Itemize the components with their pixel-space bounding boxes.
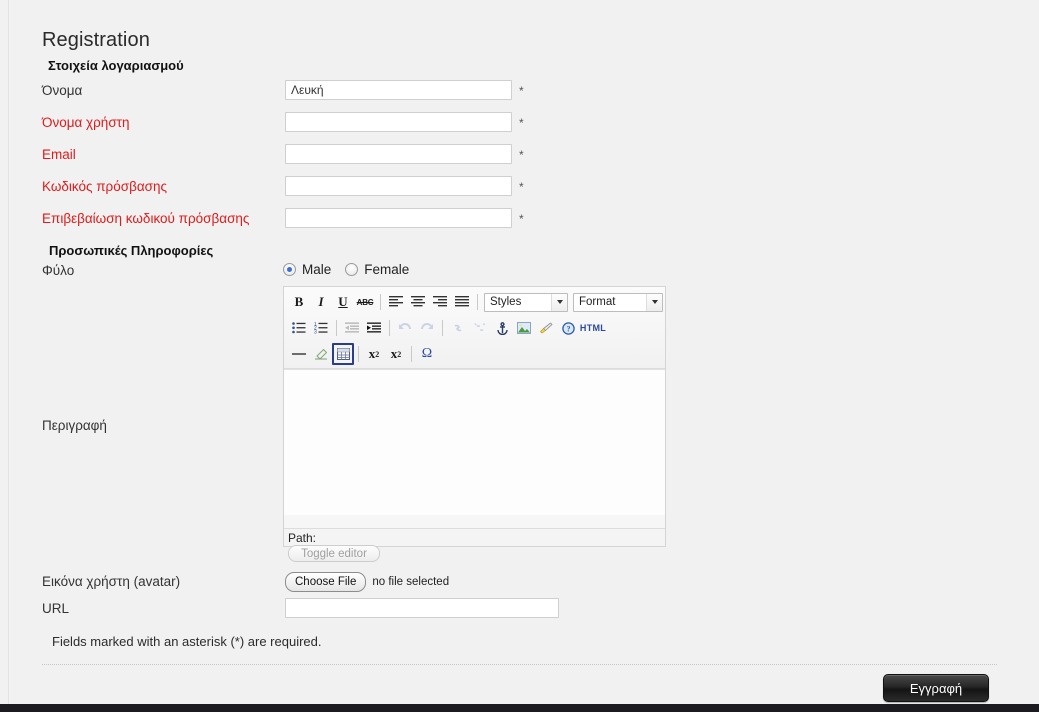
chevron-down-icon bbox=[551, 293, 567, 311]
special-character-icon[interactable]: Ω bbox=[416, 343, 438, 365]
password-input[interactable] bbox=[285, 176, 512, 196]
unlink-icon[interactable] bbox=[469, 317, 491, 339]
file-status-text: no file selected bbox=[372, 576, 450, 588]
label-description: Περιγραφή bbox=[42, 418, 107, 433]
redo-icon[interactable] bbox=[416, 317, 438, 339]
section-heading-account: Στοιχεία λογαριασμού bbox=[48, 58, 184, 73]
toolbar-separator bbox=[380, 294, 381, 310]
radio-male[interactable] bbox=[283, 263, 296, 276]
radio-label-male: Male bbox=[302, 262, 332, 277]
choose-file-button[interactable]: Choose File bbox=[285, 572, 367, 592]
toolbar-separator bbox=[411, 346, 412, 362]
toolbar-separator bbox=[389, 320, 390, 336]
content-left-border bbox=[8, 0, 9, 704]
svg-text:3: 3 bbox=[314, 330, 317, 334]
toolbar-separator bbox=[442, 320, 443, 336]
editor-toolbar-row-2: 123 ? HTML bbox=[284, 315, 665, 341]
image-icon[interactable] bbox=[513, 317, 535, 339]
italic-icon[interactable]: I bbox=[310, 291, 332, 313]
radio-label-female: Female bbox=[364, 262, 410, 277]
numbered-list-icon[interactable]: 123 bbox=[310, 317, 332, 339]
strikethrough-icon[interactable]: ABC bbox=[354, 291, 376, 313]
editor-toolbar-row-3: x2 x2 Ω bbox=[284, 341, 665, 367]
rich-text-editor: B I U ABC Styles Format 1 2 3 ? HTML x 2… bbox=[283, 286, 666, 547]
gender-radio-group: Male Female bbox=[283, 262, 417, 277]
submit-button[interactable]: Εγγραφή bbox=[883, 674, 989, 702]
editor-content-area[interactable] bbox=[284, 369, 665, 515]
page-title: Registration bbox=[42, 29, 150, 52]
label-url: URL bbox=[42, 601, 70, 616]
format-dropdown[interactable]: Format bbox=[573, 292, 663, 312]
radio-female[interactable] bbox=[345, 263, 359, 276]
align-right-icon[interactable] bbox=[429, 291, 451, 313]
label-gender: Φύλο bbox=[42, 263, 75, 278]
required-asterisk-password: * bbox=[519, 180, 524, 194]
horizontal-rule-icon[interactable] bbox=[288, 343, 310, 365]
superscript-icon[interactable]: x2 bbox=[385, 343, 407, 365]
label-password-confirm: Επιβεβαίωση κωδικού πρόσβασης bbox=[42, 211, 250, 226]
label-name: Όνομα bbox=[42, 83, 83, 98]
username-input[interactable] bbox=[285, 112, 512, 132]
undo-icon[interactable] bbox=[394, 317, 416, 339]
anchor-icon[interactable] bbox=[491, 317, 513, 339]
toggle-editor-button[interactable]: Toggle editor bbox=[288, 545, 380, 562]
table-icon[interactable] bbox=[332, 343, 354, 365]
label-password: Κωδικός πρόσβασης bbox=[42, 179, 167, 194]
registration-page: Registration Στοιχεία λογαριασμού Όνομα … bbox=[0, 0, 1039, 712]
toolbar-separator bbox=[477, 294, 478, 310]
outdent-icon[interactable] bbox=[341, 317, 363, 339]
avatar-file-input: Choose File no file selected bbox=[285, 572, 449, 592]
bold-icon[interactable]: B bbox=[288, 291, 310, 313]
password-confirm-input[interactable] bbox=[285, 208, 512, 228]
styles-dropdown-value: Styles bbox=[490, 296, 522, 308]
align-center-icon[interactable] bbox=[407, 291, 429, 313]
label-username: Όνομα χρήστη bbox=[42, 115, 130, 130]
required-asterisk-password-confirm: * bbox=[519, 212, 524, 226]
editor-toolbar: B I U ABC Styles Format 1 2 3 ? HTML x 2… bbox=[284, 287, 665, 369]
source-html-icon[interactable]: HTML bbox=[579, 317, 607, 339]
chevron-down-icon bbox=[646, 293, 662, 311]
section-heading-personal: Προσωπικές Πληροφορίες bbox=[49, 243, 214, 258]
editor-toolbar-row-1: B I U ABC Styles Format bbox=[284, 289, 665, 315]
editor-path-bar: Path: bbox=[284, 528, 665, 546]
required-asterisk-name: * bbox=[519, 84, 524, 98]
email-input[interactable] bbox=[285, 144, 512, 164]
paintbrush-icon[interactable] bbox=[535, 317, 557, 339]
remove-format-icon[interactable] bbox=[310, 343, 332, 365]
required-asterisk-email: * bbox=[519, 148, 524, 162]
help-icon[interactable]: ? bbox=[557, 317, 579, 339]
required-fields-note: Fields marked with an asterisk (*) are r… bbox=[52, 634, 322, 649]
bottom-bar bbox=[0, 704, 1039, 712]
styles-dropdown[interactable]: Styles bbox=[484, 292, 568, 312]
underline-icon[interactable]: U bbox=[332, 291, 354, 313]
link-icon[interactable] bbox=[447, 317, 469, 339]
align-left-icon[interactable] bbox=[385, 291, 407, 313]
bulleted-list-icon[interactable] bbox=[288, 317, 310, 339]
toolbar-separator bbox=[336, 320, 337, 336]
source-html-label: HTML bbox=[579, 323, 607, 333]
label-email: Email bbox=[42, 147, 76, 162]
svg-text:?: ? bbox=[566, 324, 570, 333]
indent-icon[interactable] bbox=[363, 317, 385, 339]
name-input[interactable] bbox=[285, 80, 512, 100]
footer-divider bbox=[42, 664, 997, 665]
url-input[interactable] bbox=[285, 598, 559, 618]
align-justify-icon[interactable] bbox=[451, 291, 473, 313]
required-asterisk-username: * bbox=[519, 116, 524, 130]
label-avatar: Εικόνα χρήστη (avatar) bbox=[42, 574, 181, 589]
toolbar-separator bbox=[358, 346, 359, 362]
format-dropdown-value: Format bbox=[579, 296, 616, 308]
subscript-icon[interactable]: x2 bbox=[363, 343, 385, 365]
